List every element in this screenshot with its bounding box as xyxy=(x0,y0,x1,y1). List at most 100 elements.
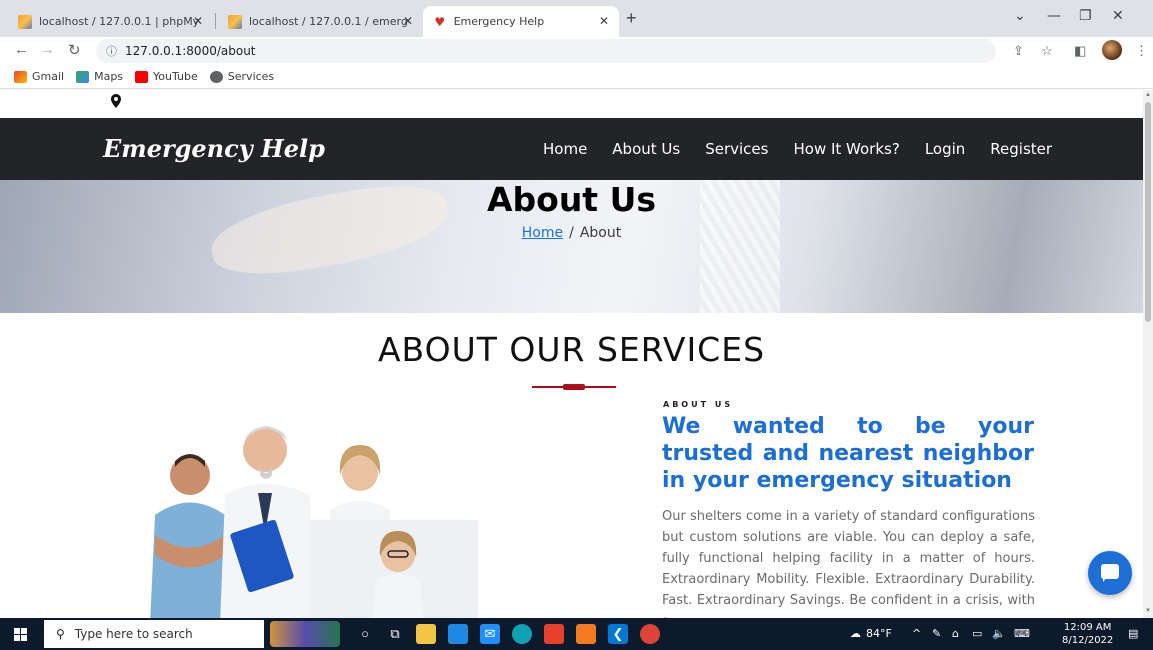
xampp-icon[interactable] xyxy=(576,624,596,644)
bookmark-maps[interactable]: Maps xyxy=(76,70,123,83)
vscode-icon[interactable]: ❮ xyxy=(608,624,628,644)
maps-icon xyxy=(76,70,90,83)
minimize-icon[interactable]: — xyxy=(1047,8,1061,24)
taskbar-search[interactable]: ⚲ Type here to search xyxy=(44,620,264,648)
bookmark-label: Maps xyxy=(94,70,124,83)
store-icon[interactable] xyxy=(448,624,468,644)
breadcrumb: Home / About xyxy=(0,225,1143,241)
tab-emergency-help[interactable]: ♥ Emergency Help ✕ xyxy=(423,6,619,37)
chat-widget-button[interactable] xyxy=(1088,551,1132,595)
tray-chevron-icon[interactable]: ^ xyxy=(912,627,921,640)
search-placeholder: Type here to search xyxy=(74,627,193,641)
about-body-text: Our shelters come in a variety of standa… xyxy=(662,509,1035,618)
about-heading: We wanted to be your trusted and nearest… xyxy=(662,414,1034,493)
notification-icon[interactable]: ▤ xyxy=(1128,627,1138,640)
system-clock[interactable]: 12:09 AM 8/12/2022 xyxy=(1062,621,1113,647)
nav-about-us[interactable]: About Us xyxy=(612,140,680,158)
main-menu: Home About Us Services How It Works? Log… xyxy=(543,140,1052,158)
bookmark-youtube[interactable]: YouTube xyxy=(135,70,198,83)
side-panel-icon[interactable]: ◧ xyxy=(1074,43,1086,59)
browser-tab-strip: localhost / 127.0.0.1 | phpMyAdmin ✕ loc… xyxy=(0,0,1153,37)
new-tab-button[interactable]: + xyxy=(626,8,637,29)
weather-temp[interactable]: 84°F xyxy=(866,627,892,640)
nav-how-it-works[interactable]: How It Works? xyxy=(793,140,899,158)
page-scrollbar[interactable]: ▲ ▼ xyxy=(1143,90,1153,618)
breadcrumb-separator: / xyxy=(569,225,574,241)
clock-date: 8/12/2022 xyxy=(1062,635,1114,646)
reload-icon[interactable]: ↻ xyxy=(68,41,81,59)
pen-icon[interactable]: ✎ xyxy=(932,627,941,640)
heart-icon: ♥ xyxy=(434,14,446,29)
close-icon[interactable]: ✕ xyxy=(193,14,203,28)
youtube-icon xyxy=(135,70,149,83)
chrome-icon[interactable] xyxy=(640,624,660,644)
forward-icon[interactable]: → xyxy=(40,41,55,58)
section-divider xyxy=(532,384,616,390)
site-navbar: Emergency Help Home About Us Services Ho… xyxy=(0,118,1143,180)
nav-home[interactable]: Home xyxy=(543,140,587,158)
clock-time: 12:09 AM xyxy=(1063,622,1112,633)
medical-team-image xyxy=(150,426,478,618)
top-info-strip xyxy=(0,90,1143,118)
windows-taskbar: ⚲ Type here to search ○ ⧉ ✉ ❮ ☁ 84°F ^ ✎… xyxy=(0,618,1153,650)
about-tag: ABOUT US xyxy=(663,400,734,409)
window-close-icon[interactable]: ✕ xyxy=(1112,8,1124,24)
cortana-icon[interactable]: ○ xyxy=(355,624,375,644)
tab-title: localhost / 127.0.0.1 | phpMyAdmin xyxy=(39,15,199,28)
scroll-down-icon[interactable]: ▼ xyxy=(1145,608,1151,614)
close-icon[interactable]: ✕ xyxy=(599,14,609,28)
page-title: About Us xyxy=(486,180,657,219)
mail-icon[interactable]: ✉ xyxy=(480,624,500,644)
profile-avatar[interactable] xyxy=(1102,40,1122,60)
brand-logo[interactable]: Emergency Help xyxy=(103,134,325,163)
bookmark-services[interactable]: Services xyxy=(209,70,275,83)
url-field[interactable]: ⓘ 127.0.0.1:8000/about xyxy=(96,39,996,63)
network-icon[interactable]: ⌂ xyxy=(952,627,959,640)
address-bar: ← → ↻ ⓘ 127.0.0.1:8000/about ⇪ ☆ ◧ ⋮ xyxy=(0,37,1153,65)
nav-login[interactable]: Login xyxy=(925,140,965,158)
weather-icon[interactable]: ☁ xyxy=(850,627,861,640)
bookmarks-bar: Gmail Maps YouTube Services xyxy=(0,65,1153,89)
location-pin-icon xyxy=(111,94,121,108)
phpmyadmin-icon xyxy=(18,14,32,29)
file-explorer-icon[interactable] xyxy=(416,624,436,644)
scroll-up-icon[interactable]: ▲ xyxy=(1145,92,1151,98)
section-title: ABOUT OUR SERVICES xyxy=(377,330,766,369)
tab-title: Emergency Help xyxy=(453,15,545,28)
nav-register[interactable]: Register xyxy=(990,140,1052,158)
site-info-icon[interactable]: ⓘ xyxy=(106,43,117,59)
restore-icon[interactable]: ❐ xyxy=(1079,8,1092,24)
tab-separator xyxy=(215,13,216,29)
share-icon[interactable]: ⇪ xyxy=(1013,43,1024,59)
gmail-icon xyxy=(14,70,27,83)
nav-services[interactable]: Services xyxy=(705,140,768,158)
scrollbar-thumb[interactable] xyxy=(1145,102,1151,322)
bookmark-label: YouTube xyxy=(153,70,198,83)
bookmark-star-icon[interactable]: ☆ xyxy=(1041,43,1053,59)
globe-icon xyxy=(209,70,223,83)
hero-banner: About Us Home / About xyxy=(0,180,1143,313)
tab-title: localhost / 127.0.0.1 / emergency xyxy=(249,15,409,28)
edge-icon[interactable] xyxy=(512,624,532,644)
breadcrumb-current: About xyxy=(579,225,622,241)
close-icon[interactable]: ✕ xyxy=(403,14,413,28)
volume-icon[interactable]: 🔈 xyxy=(992,627,1006,640)
keyboard-icon[interactable]: ⌨ xyxy=(1014,627,1030,640)
breadcrumb-home-link[interactable]: Home xyxy=(522,225,563,241)
task-view-icon[interactable]: ⧉ xyxy=(385,624,405,644)
search-highlight-image xyxy=(270,621,340,647)
tab-phpmyadmin-2[interactable]: localhost / 127.0.0.1 / emergency ✕ xyxy=(218,6,423,37)
tab-search-icon[interactable]: ⌄ xyxy=(1014,8,1026,24)
url-text: 127.0.0.1:8000/about xyxy=(125,44,256,58)
back-icon[interactable]: ← xyxy=(14,41,29,58)
bookmark-label: Gmail xyxy=(32,70,65,83)
bookmark-gmail[interactable]: Gmail xyxy=(14,70,64,83)
page-viewport: Emergency Help Home About Us Services Ho… xyxy=(0,90,1143,618)
office-icon[interactable] xyxy=(544,624,564,644)
bookmark-label: Services xyxy=(227,70,275,83)
windows-start-icon[interactable] xyxy=(14,628,27,641)
phpmyadmin-icon xyxy=(228,14,242,29)
tab-phpmyadmin-1[interactable]: localhost / 127.0.0.1 | phpMyAdmin ✕ xyxy=(8,6,213,37)
battery-icon[interactable]: ▭ xyxy=(972,627,982,640)
menu-kebab-icon[interactable]: ⋮ xyxy=(1135,43,1148,59)
